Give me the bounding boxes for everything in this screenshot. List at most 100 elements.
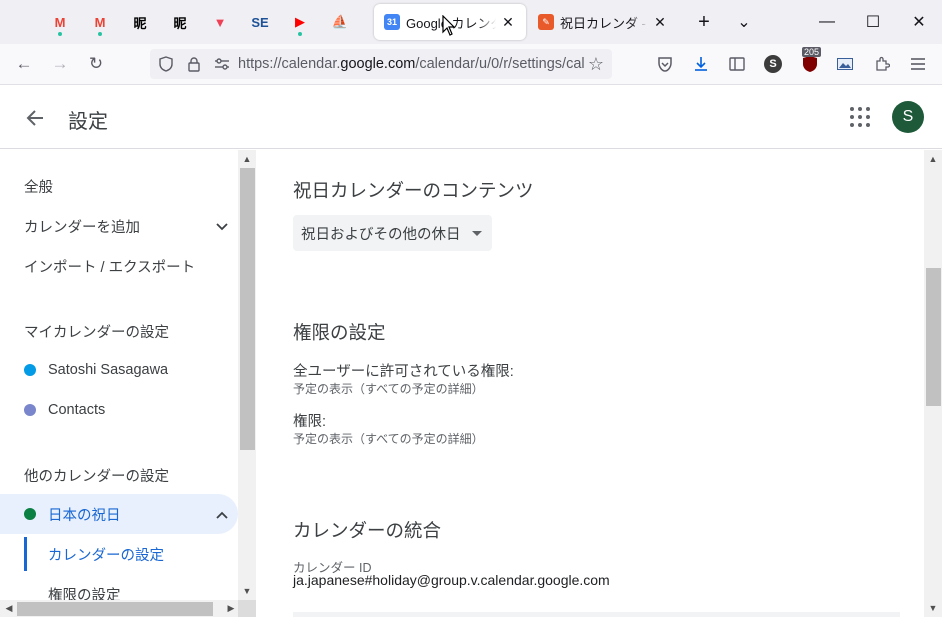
google-apps-icon[interactable] bbox=[850, 107, 870, 127]
sidebar-item-label: インポート / エクスポート bbox=[24, 259, 196, 276]
permission-value: 予定の表示（すべての予定の詳細） bbox=[293, 432, 484, 446]
pinned-tab[interactable]: M bbox=[84, 8, 116, 36]
pocket-icon: ▼ bbox=[213, 14, 227, 30]
sidebar-scroll-thumb[interactable] bbox=[240, 168, 255, 450]
hamburger-menu-icon[interactable] bbox=[904, 50, 932, 78]
kanji-icon: 昵 bbox=[133, 15, 147, 31]
image-extension-icon[interactable] bbox=[831, 50, 859, 78]
sidebar-item-calendar-contacts[interactable]: Contacts bbox=[0, 390, 238, 430]
scroll-down-arrow-icon[interactable]: ▼ bbox=[924, 599, 942, 617]
scroll-up-arrow-icon[interactable]: ▲ bbox=[924, 150, 942, 168]
lock-icon[interactable] bbox=[184, 50, 204, 78]
pinned-tab[interactable]: 昵 bbox=[124, 8, 156, 36]
pencil-favicon-icon: ✎ bbox=[538, 14, 554, 30]
other-calendars-heading: 他のカレンダーの設定 bbox=[24, 469, 169, 485]
my-calendars-heading: マイカレンダーの設定 bbox=[24, 325, 169, 341]
notification-dot bbox=[298, 32, 302, 36]
holiday-content-title: 祝日カレンダーのコンテンツ bbox=[293, 180, 534, 201]
browser-nav-bar: ← → ↻ https://calendar. google.com/calend… bbox=[0, 44, 942, 85]
url-host: google.com bbox=[340, 56, 416, 72]
maximize-button[interactable]: ☐ bbox=[850, 0, 896, 44]
forward-icon[interactable]: → bbox=[46, 50, 74, 78]
select-value: 祝日およびその他の休日 bbox=[301, 226, 461, 243]
notification-dot bbox=[58, 32, 62, 36]
extensions-puzzle-icon[interactable] bbox=[868, 50, 896, 78]
page-title: 設定 bbox=[68, 111, 108, 133]
tab-title: 祝日カレンダ - プロジェクト bbox=[560, 15, 648, 31]
sailboat-icon: ⛵ bbox=[331, 14, 349, 29]
list-all-tabs-button[interactable]: ⌄ bbox=[732, 8, 756, 36]
gmail-icon: M bbox=[94, 14, 106, 30]
window-close-button[interactable]: ✕ bbox=[896, 0, 942, 44]
pinned-tab[interactable]: 昵 bbox=[164, 8, 196, 36]
back-arrow-icon[interactable] bbox=[22, 105, 48, 131]
tracking-protection-shield-icon[interactable] bbox=[156, 50, 176, 78]
bookmark-star-icon[interactable]: ☆ bbox=[586, 50, 606, 78]
pinned-tab[interactable]: ▶ bbox=[284, 8, 316, 36]
tab-holiday-project[interactable]: ✎ 祝日カレンダ - プロジェクト ✕ bbox=[528, 4, 678, 40]
pinned-tab[interactable]: M bbox=[44, 8, 76, 36]
google-calendar-favicon-icon: 31 bbox=[384, 14, 400, 30]
back-icon[interactable]: ← bbox=[10, 50, 38, 78]
extension-badge: 205 bbox=[802, 47, 822, 57]
sidebar-subitem-calendar-settings[interactable]: カレンダーの設定 bbox=[24, 537, 164, 571]
reload-icon[interactable]: ↻ bbox=[82, 50, 110, 78]
notification-dot bbox=[98, 32, 102, 36]
tab-close-icon[interactable]: ✕ bbox=[500, 14, 516, 30]
main-scroll-thumb[interactable] bbox=[926, 268, 941, 406]
holiday-content-select[interactable]: 祝日およびその他の休日 bbox=[293, 215, 492, 251]
youtube-icon: ▶ bbox=[295, 14, 305, 29]
minimize-button[interactable]: — bbox=[804, 0, 850, 44]
public-permission-value: 予定の表示（すべての予定の詳細） bbox=[293, 382, 484, 396]
dropdown-caret-icon bbox=[472, 231, 482, 236]
url-prefix: https://calendar. bbox=[238, 56, 341, 72]
new-tab-button[interactable]: + bbox=[692, 8, 716, 36]
calendar-color-dot bbox=[24, 404, 36, 416]
site-permissions-icon[interactable] bbox=[212, 50, 232, 78]
calendar-id-value: ja.japanese#holiday@group.v.calendar.goo… bbox=[293, 572, 610, 588]
settings-main-panel: 祝日カレンダーのコンテンツ 祝日およびその他の休日 権限の設定 全ユーザーに許可… bbox=[256, 150, 924, 617]
sidebar-item-general[interactable]: 全般 bbox=[0, 166, 238, 206]
sidebar-item-import-export[interactable]: インポート / エクスポート bbox=[0, 246, 238, 286]
reader-sidebar-icon[interactable] bbox=[723, 50, 751, 78]
scrollbar-corner bbox=[238, 600, 256, 617]
sidebar-item-label: Satoshi Sasagawa bbox=[48, 362, 169, 378]
public-permission-label: 全ユーザーに許可されている権限: bbox=[293, 364, 514, 380]
pinned-tab[interactable]: SE bbox=[244, 8, 276, 36]
chevron-down-icon bbox=[216, 218, 228, 234]
sidebar-item-label: カレンダーの設定 bbox=[48, 547, 164, 564]
sidebar-item-label: 全般 bbox=[24, 179, 53, 196]
integration-title: カレンダーの統合 bbox=[293, 520, 442, 541]
sidebar-item-add-calendar[interactable]: カレンダーを追加 bbox=[0, 206, 238, 246]
pinned-tab[interactable]: ⛵ bbox=[324, 8, 356, 36]
gmail-icon: M bbox=[54, 14, 66, 30]
scroll-left-arrow-icon[interactable]: ◀ bbox=[0, 600, 18, 617]
permissions-title: 権限の設定 bbox=[293, 322, 386, 343]
settings-sidebar: 全般 カレンダーを追加 インポート / エクスポート マイカレンダーの設定 Sa… bbox=[0, 150, 256, 617]
sidebar-item-japanese-holidays[interactable]: 日本の祝日 bbox=[0, 494, 238, 534]
sidebar-item-label: Contacts bbox=[48, 402, 106, 418]
ublock-shield-icon[interactable]: 205 bbox=[796, 47, 824, 78]
calendar-color-dot bbox=[24, 508, 36, 520]
avatar[interactable]: S bbox=[892, 101, 924, 133]
account-extension-icon[interactable]: S bbox=[759, 50, 787, 78]
embed-code-box[interactable] bbox=[293, 612, 900, 617]
sidebar-hscroll-thumb[interactable] bbox=[17, 602, 213, 616]
pocket-icon[interactable] bbox=[651, 50, 679, 78]
settings-header: 設定 bbox=[0, 85, 942, 149]
permission-label: 権限: bbox=[293, 414, 327, 430]
kanji-icon: 昵 bbox=[173, 15, 187, 31]
sidebar-item-label: カレンダーを追加 bbox=[24, 219, 140, 236]
downloads-icon[interactable] bbox=[687, 50, 715, 78]
chevron-up-icon[interactable] bbox=[216, 506, 228, 522]
url-path: /calendar/u/0/r/settings/cal bbox=[415, 56, 585, 72]
sidebar-item-calendar-satoshi[interactable]: Satoshi Sasagawa bbox=[0, 350, 238, 390]
scroll-down-arrow-icon[interactable]: ▼ bbox=[238, 582, 256, 600]
browser-tab-bar: MM昵昵▼SE▶⛵ 31 Google カレンダー - 設定 ✕ ✎ 祝日カレン… bbox=[0, 0, 942, 44]
calendar-color-dot bbox=[24, 364, 36, 376]
tab-close-icon[interactable]: ✕ bbox=[652, 14, 668, 30]
pinned-tab[interactable]: ▼ bbox=[204, 8, 236, 36]
mouse-cursor-icon bbox=[442, 15, 456, 36]
sidebar-item-label: 日本の祝日 bbox=[48, 507, 121, 524]
scroll-up-arrow-icon[interactable]: ▲ bbox=[238, 150, 256, 168]
